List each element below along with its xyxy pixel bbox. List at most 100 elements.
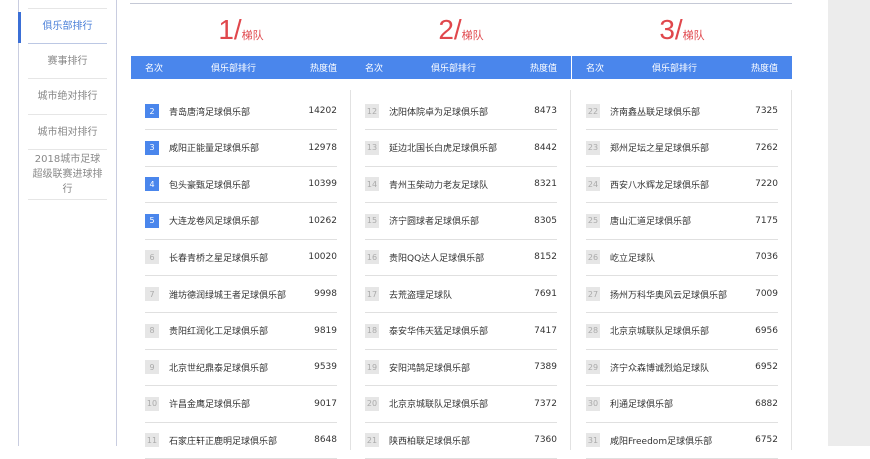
rank-badge: 8 (145, 323, 159, 338)
club-name: 咸阳正能量足球俱乐部 (169, 144, 260, 155)
club-name: 大连龙卷风足球俱乐部 (169, 217, 260, 228)
tier-number: 1/ (218, 14, 242, 45)
table-row[interactable]: 7 潍坊德润绿城王者足球俱乐部 9998 (145, 276, 337, 313)
table-row[interactable]: 17 去荒盗理足球队 7691 (365, 276, 557, 313)
heat-value: 8473 (534, 106, 557, 116)
club-name: 北京京城联队足球俱乐部 (389, 400, 489, 411)
club-name: 陕西柏联足球俱乐部 (389, 436, 471, 447)
table-row[interactable]: 3 咸阳正能量足球俱乐部 12978 (145, 130, 337, 167)
heat-value: 9998 (314, 289, 337, 299)
header-rank: 名次 (145, 64, 164, 74)
rank-badge: 10 (145, 396, 159, 411)
rank-badge: 2 (145, 104, 159, 118)
tier-label: 梯队 (461, 29, 484, 42)
table-row[interactable]: 28 北京京城联队足球俱乐部 6956 (586, 313, 778, 350)
table-row[interactable]: 21 陕西柏联足球俱乐部 7360 (365, 422, 557, 459)
rank-badge: 30 (586, 396, 600, 411)
tier-1-column: 1/梯队 名次 俱乐部排行 热度值 2 青岛唐湾足球俱乐部 14202 3 咸阳… (131, 0, 351, 459)
club-name: 济宁圆球者足球俱乐部 (389, 217, 480, 228)
sidebar-item-2018-league-goals-ranking[interactable]: 2018城市足球超级联赛进球排行 (28, 150, 107, 200)
tier-2-column: 2/梯队 名次 俱乐部排行 热度值 12 沈阳体院卓为足球俱乐部 8473 13… (351, 0, 571, 459)
header-club: 俱乐部排行 (431, 64, 477, 74)
sidebar-item-city-relative-ranking[interactable]: 城市相对排行 (28, 115, 107, 150)
rank-badge: 26 (586, 250, 600, 265)
table-row[interactable]: 26 屹立足球队 7036 (586, 239, 778, 277)
table-row[interactable]: 19 安阳鸿鹄足球俱乐部 7389 (365, 349, 557, 387)
table-row[interactable]: 5 大连龙卷风足球俱乐部 10262 (145, 203, 337, 240)
heat-value: 10262 (308, 215, 337, 226)
club-name: 去荒盗理足球队 (389, 290, 453, 301)
club-name: 延边北国长白虎足球俱乐部 (389, 144, 498, 155)
header-club: 俱乐部排行 (211, 64, 257, 74)
heat-value: 8152 (534, 252, 557, 263)
header-heat: 热度值 (750, 64, 778, 74)
table-row[interactable]: 18 泰安华伟天猛足球俱乐部 7417 (365, 313, 557, 350)
heat-value: 7691 (534, 289, 557, 299)
table-body: 22 济南鑫丛联足球俱乐部 7325 23 郑州足坛之星足球俱乐部 7262 2… (572, 90, 792, 459)
rank-badge: 13 (365, 140, 379, 155)
table-row[interactable]: 16 贵阳QQ达人足球俱乐部 8152 (365, 239, 557, 277)
club-name: 北京世纪鼎泰足球俱乐部 (169, 363, 269, 374)
table-header: 名次 俱乐部排行 热度值 (131, 56, 351, 79)
heat-value: 6882 (755, 398, 778, 409)
heat-value: 8648 (314, 435, 337, 446)
heat-value: 7417 (534, 325, 557, 336)
tier-3-column: 3/梯队 名次 俱乐部排行 热度值 22 济南鑫丛联足球俱乐部 7325 23 … (572, 0, 792, 459)
club-name: 安阳鸿鹄足球俱乐部 (389, 363, 471, 374)
tier-label: 梯队 (241, 29, 264, 42)
heat-value: 9017 (314, 398, 337, 409)
heat-value: 7372 (534, 398, 557, 409)
table-row[interactable]: 4 包头豪甄足球俱乐部 10399 (145, 166, 337, 204)
rank-badge: 19 (365, 360, 379, 375)
rank-badge: 28 (586, 323, 600, 338)
sidebar-item-city-absolute-ranking[interactable]: 城市绝对排行 (28, 79, 107, 115)
heat-value: 6752 (755, 435, 778, 446)
table-row[interactable]: 31 咸阳Freedom足球俱乐部 6752 (586, 422, 778, 459)
table-row[interactable]: 29 济宁众森博诚烈焰足球队 6952 (586, 349, 778, 387)
table-row[interactable]: 6 长春青桥之星足球俱乐部 10020 (145, 239, 337, 277)
club-name: 青岛唐湾足球俱乐部 (169, 107, 251, 118)
heat-value: 10020 (308, 252, 337, 263)
table-row[interactable]: 8 贵阳红润化工足球俱乐部 9819 (145, 313, 337, 350)
heat-value: 8305 (534, 215, 557, 226)
table-row[interactable]: 23 郑州足坛之星足球俱乐部 7262 (586, 130, 778, 167)
side-panel (828, 0, 870, 446)
club-name: 包头豪甄足球俱乐部 (169, 180, 251, 191)
table-row[interactable]: 20 北京京城联队足球俱乐部 7372 (365, 386, 557, 423)
rank-badge: 15 (365, 213, 379, 228)
rank-badge: 25 (586, 213, 600, 228)
sidebar-item-club-ranking[interactable]: 俱乐部排行 (28, 9, 107, 44)
table-row[interactable]: 15 济宁圆球者足球俱乐部 8305 (365, 203, 557, 240)
heat-value: 7389 (534, 362, 557, 373)
heat-value: 14202 (308, 106, 337, 116)
table-row[interactable]: 10 许昌金鹰足球俱乐部 9017 (145, 386, 337, 423)
tier-title: 3/梯队 (572, 14, 792, 46)
rank-badge: 11 (145, 433, 159, 448)
club-name: 贵阳QQ达人足球俱乐部 (389, 253, 485, 264)
rank-badge: 31 (586, 433, 600, 448)
heat-value: 9539 (314, 362, 337, 373)
tier-title: 1/梯队 (131, 14, 351, 46)
table-row[interactable]: 25 唐山汇道足球俱乐部 7175 (586, 203, 778, 240)
table-row[interactable]: 24 西安八水辉龙足球俱乐部 7220 (586, 166, 778, 204)
table-row[interactable]: 13 延边北国长白虎足球俱乐部 8442 (365, 130, 557, 167)
table-row[interactable]: 30 利通足球俱乐部 6882 (586, 386, 778, 423)
rank-badge: 18 (365, 323, 379, 338)
table-row[interactable]: 27 扬州万科华奥风云足球俱乐部 7009 (586, 276, 778, 313)
club-name: 青州玉柴动力老友足球队 (389, 180, 489, 191)
sidebar-item-match-ranking[interactable]: 赛事排行 (28, 44, 107, 79)
rank-badge: 5 (145, 213, 159, 228)
heat-value: 7220 (755, 179, 778, 190)
rank-badge: 9 (145, 360, 159, 375)
table-row[interactable]: 2 青岛唐湾足球俱乐部 14202 (145, 93, 337, 130)
table-row[interactable]: 9 北京世纪鼎泰足球俱乐部 9539 (145, 349, 337, 387)
table-row[interactable]: 11 石家庄轩正鹿明足球俱乐部 8648 (145, 422, 337, 459)
club-name: 咸阳Freedom足球俱乐部 (610, 436, 713, 447)
rank-badge: 29 (586, 360, 600, 375)
club-name: 扬州万科华奥风云足球俱乐部 (610, 290, 728, 301)
table-row[interactable]: 14 青州玉柴动力老友足球队 8321 (365, 166, 557, 204)
table-row[interactable]: 22 济南鑫丛联足球俱乐部 7325 (586, 93, 778, 130)
table-row[interactable]: 12 沈阳体院卓为足球俱乐部 8473 (365, 93, 557, 130)
club-name: 潍坊德润绿城王者足球俱乐部 (169, 290, 287, 301)
rank-badge: 3 (145, 140, 159, 155)
